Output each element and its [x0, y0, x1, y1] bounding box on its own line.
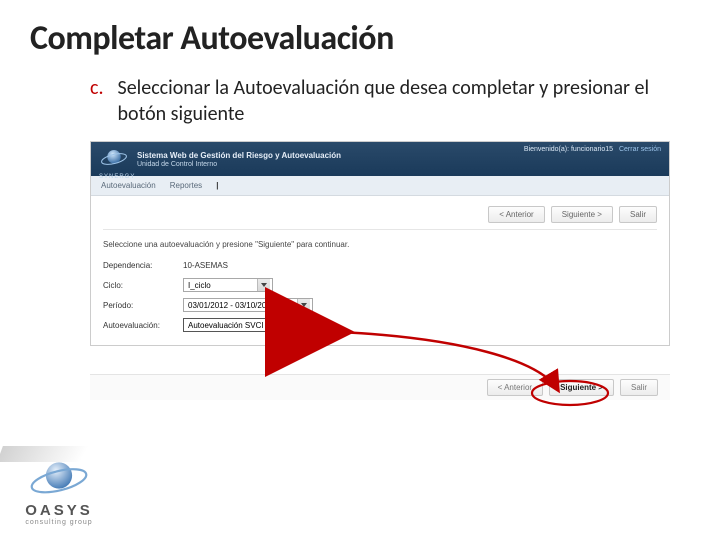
footer-logo: OASYS consulting group [24, 454, 94, 526]
periodo-select[interactable]: 03/01/2012 - 03/10/2012 [183, 298, 313, 312]
prev-button[interactable]: < Anterior [488, 206, 544, 223]
logout-link[interactable]: Cerrar sesión [619, 146, 661, 153]
next-button-bottom[interactable]: Siguiente > [549, 379, 614, 396]
nav-item-autoevaluacion[interactable]: Autoevaluación [101, 181, 156, 190]
autoeval-select[interactable]: Autoevaluación SVCI 2012 [183, 318, 313, 332]
app-screenshot: SYNERGY Sistema Web de Gestión del Riesg… [90, 141, 670, 346]
nav-caret-icon: | [216, 181, 218, 190]
brand-logo-icon: SYNERGY [99, 146, 129, 172]
welcome-bar: Bienvenido(a): funcionario15 Cerrar sesi… [524, 146, 661, 153]
ciclo-value: I_ciclo [188, 281, 211, 290]
slide-title: Completar Autoevaluación [0, 0, 720, 59]
brand-name: SYNERGY [99, 174, 129, 180]
periodo-label: Período: [103, 301, 183, 310]
nav-bar: Autoevaluación Reportes | [91, 176, 669, 196]
autoeval-label: Autoevaluación: [103, 321, 183, 330]
nav-item-reportes[interactable]: Reportes [170, 181, 202, 190]
dependencia-label: Dependencia: [103, 261, 183, 270]
exit-button-bottom[interactable]: Salir [620, 379, 658, 396]
footer-tagline: consulting group [25, 519, 92, 526]
chevron-down-icon [257, 279, 270, 291]
next-button[interactable]: Siguiente > [551, 206, 613, 223]
step-row: c. Seleccionar la Autoevaluación que des… [0, 59, 720, 127]
app-title-block: Sistema Web de Gestión del Riesgo y Auto… [137, 151, 341, 168]
periodo-value: 03/01/2012 - 03/10/2012 [188, 301, 275, 310]
app-header: SYNERGY Sistema Web de Gestión del Riesg… [91, 142, 669, 176]
divider [103, 229, 657, 230]
step-letter: c. [90, 75, 104, 101]
autoeval-value: Autoevaluación SVCI 2012 [188, 321, 284, 330]
prev-button-bottom[interactable]: < Anterior [487, 379, 543, 396]
instruction-text: Seleccione una autoevaluación y presione… [91, 232, 669, 255]
step-text: Seleccionar la Autoevaluación que desea … [118, 75, 680, 127]
wizard-buttons-bottom: < Anterior Siguiente > Salir [90, 374, 670, 400]
welcome-text: Bienvenido(a): funcionario15 [524, 146, 613, 153]
ciclo-label: Ciclo: [103, 281, 183, 290]
app-title: Sistema Web de Gestión del Riesgo y Auto… [137, 151, 341, 160]
dependencia-value: 10-ASEMAS [183, 261, 228, 270]
chevron-down-icon [297, 319, 310, 331]
form-area: Dependencia: 10-ASEMAS Ciclo: I_ciclo Pe… [91, 255, 669, 345]
footer-brand: OASYS [25, 502, 93, 519]
ciclo-select[interactable]: I_ciclo [183, 278, 273, 292]
exit-button[interactable]: Salir [619, 206, 657, 223]
oasys-logo-icon [24, 454, 94, 504]
app-subtitle: Unidad de Control Interno [137, 161, 341, 168]
wizard-buttons-top: < Anterior Siguiente > Salir [91, 196, 669, 227]
chevron-down-icon [297, 299, 310, 311]
